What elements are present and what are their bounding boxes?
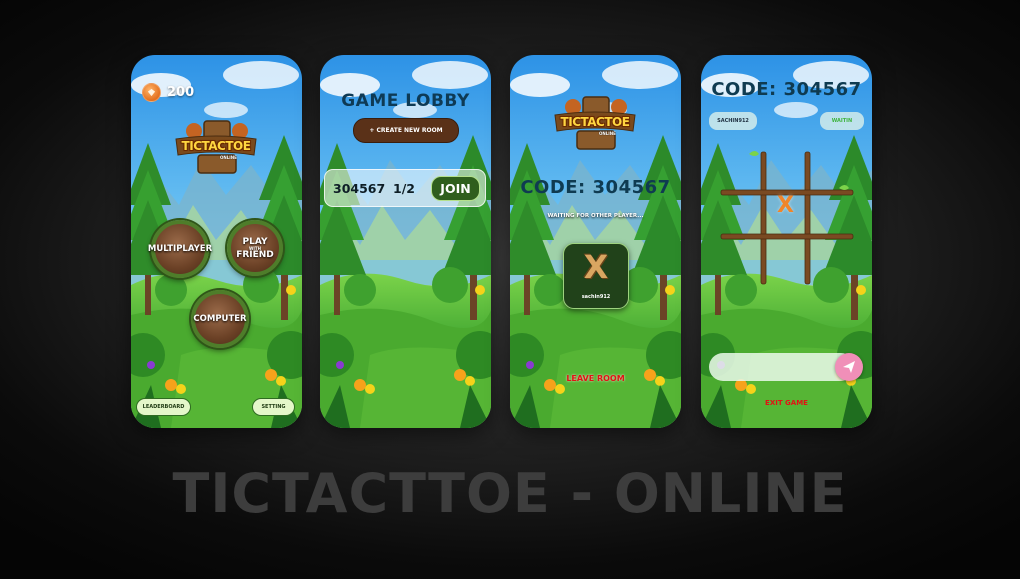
chat-input[interactable] [709,353,855,381]
coin-balance: 200 [142,83,194,102]
join-button[interactable]: JOIN [431,175,480,201]
send-icon [843,361,855,373]
room-code-title: CODE: 304567 [711,79,862,100]
player-mark-x: X [583,248,609,286]
screen-game-lobby: GAME LOBBY + CREATE NEW ROOM 304567 1/2 … [320,55,491,428]
player-card: X sachin912 [563,243,629,309]
screen-game-board: CODE: 304567 SACHIN912 WAITIN X EXIT GAM… [701,55,872,428]
page-title: GAME LOBBY [341,91,470,111]
leaderboard-button[interactable]: LEADERBOARD [136,398,191,416]
room-code-title: CODE: 304567 [520,177,671,198]
exit-game-button[interactable]: EXIT GAME [701,399,872,407]
coin-icon [142,83,161,102]
player-name: sachin912 [581,294,611,300]
board-cell-center[interactable]: X [777,193,794,218]
logo-icon: TICTACTOE ONLINE [553,95,637,153]
player1-pill: SACHIN912 [709,112,757,130]
room-list-item: 304567 1/2 JOIN [324,169,486,207]
leave-room-button[interactable]: LEAVE ROOM [510,374,681,383]
room-code: 304567 [333,180,386,196]
game-board[interactable] [719,150,859,290]
create-room-button[interactable]: + CREATE NEW ROOM [353,118,459,143]
room-player-count: 1/2 [393,180,415,196]
multiplayer-button[interactable]: MULTIPLAYER [148,220,212,278]
screen-waiting-room: TICTACTOE ONLINE CODE: 304567 WAITING FO… [510,55,681,428]
screen-main-menu: 200 TICTACTOE ONLINE MULTIPLAYER PLAY WI… [131,55,302,428]
play-with-friend-button[interactable]: PLAY WITH FRIEND [227,220,283,276]
send-button[interactable] [835,353,863,381]
page-title-footer: TICTACTTOE - ONLINE [172,462,848,525]
setting-button[interactable]: SETTING [252,398,295,416]
computer-button[interactable]: COMPUTER [191,290,249,348]
logo-icon: TICTACTOE ONLINE [174,119,258,177]
player2-pill: WAITIN [820,112,864,130]
coin-count: 200 [167,85,195,100]
waiting-status: WAITING FOR OTHER PLAYER... [547,213,644,219]
